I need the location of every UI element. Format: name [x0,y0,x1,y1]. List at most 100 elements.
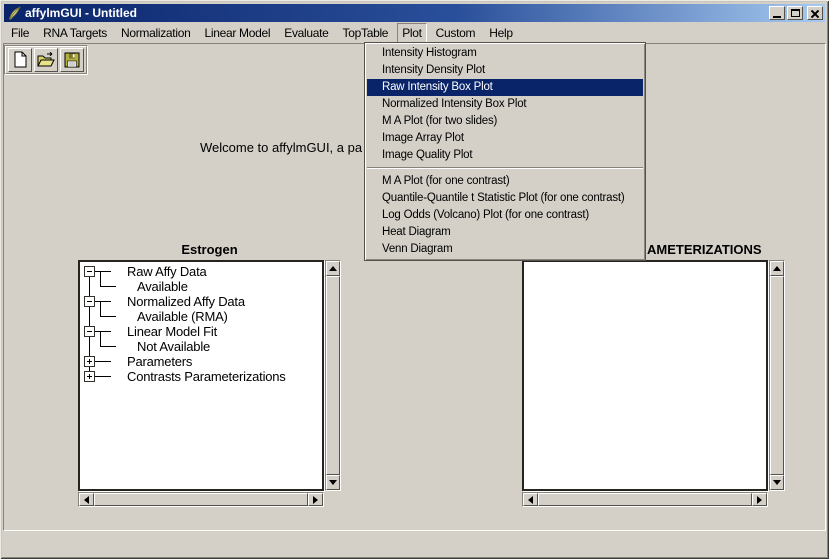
tree-item-label: Normalized Affy Data [127,294,245,309]
menu-item-heat-diagram[interactable]: Heat Diagram [367,224,643,241]
toolbar [4,45,88,75]
menu-item-m-a-plot-for-one-contrast-[interactable]: M A Plot (for one contrast) [367,173,643,190]
tree-item-label: Not Available [137,339,210,354]
welcome-text: Welcome to affylmGUI, a pa [200,140,362,155]
feather-icon[interactable] [7,6,22,21]
maximize-icon [791,9,800,17]
tree-item-label: Contrasts Parameterizations [127,369,286,384]
application-window: affylmGUI - Untitled FileRNA TargetsNorm… [0,0,829,559]
save-file-button[interactable] [60,48,84,72]
scroll-down-button[interactable] [326,475,340,490]
menu-item-venn-diagram[interactable]: Venn Diagram [367,241,643,258]
minimize-button[interactable] [769,6,785,20]
scrollbar-thumb[interactable] [94,493,308,506]
tree-connector-line [95,361,111,362]
menubar-item-linear-model[interactable]: Linear Model [199,23,275,43]
menubar-item-evaluate[interactable]: Evaluate [279,23,333,43]
down-arrow-icon [773,480,781,489]
plot-menu-popup: Intensity HistogramIntensity Density Plo… [364,42,646,261]
expand-plus-icon[interactable] [84,356,95,367]
left-horizontal-scrollbar[interactable] [78,492,324,507]
menubar-item-help[interactable]: Help [484,23,517,43]
menubar-item-toptable[interactable]: TopTable [338,23,394,43]
tree-branch-line [100,331,101,347]
tree-connector-line [95,271,111,272]
menu-item-image-quality-plot[interactable]: Image Quality Plot [367,147,643,164]
scroll-right-button[interactable] [308,493,323,506]
tree-row[interactable]: Not Available [80,339,322,354]
new-file-button[interactable] [8,48,32,72]
menubar-item-file[interactable]: File [6,23,34,43]
scrollbar-thumb[interactable] [326,276,340,475]
right-panel-title: AMETERIZATIONS [647,242,762,257]
save-floppy-icon [62,50,82,70]
tree-connector-line [95,301,111,302]
menu-item-normalized-intensity-box-plot[interactable]: Normalized Intensity Box Plot [367,96,643,113]
menu-item-image-array-plot[interactable]: Image Array Plot [367,130,643,147]
left-arrow-icon [524,496,533,504]
right-vertical-scrollbar[interactable] [769,260,785,491]
menubar: FileRNA TargetsNormalizationLinear Model… [4,23,825,42]
tree-branch-line [100,286,116,287]
left-arrow-icon [80,496,89,504]
menu-item-intensity-density-plot[interactable]: Intensity Density Plot [367,62,643,79]
status-tree-listbox[interactable]: Raw Affy DataAvailableNormalized Affy Da… [78,260,324,491]
scrollbar-thumb[interactable] [538,493,752,506]
left-vertical-scrollbar[interactable] [325,260,341,491]
menubar-item-normalization[interactable]: Normalization [116,23,195,43]
collapse-minus-icon[interactable] [84,326,95,337]
tree-branch-line [100,271,101,287]
close-button[interactable] [807,6,823,20]
tree-item-label: Raw Affy Data [127,264,207,279]
menubar-item-rna-targets[interactable]: RNA Targets [38,23,112,43]
tree-row[interactable]: Linear Model Fit [80,324,322,339]
minimize-icon [773,16,781,18]
menu-item-quantile-quantile-t-statistic-plot-for-one-contrast-[interactable]: Quantile-Quantile t Statistic Plot (for … [367,190,643,207]
scroll-down-button[interactable] [770,475,784,490]
right-horizontal-scrollbar[interactable] [522,492,768,507]
menu-item-raw-intensity-box-plot[interactable]: Raw Intensity Box Plot [367,79,643,96]
menubar-item-custom[interactable]: Custom [431,23,481,43]
scroll-right-button[interactable] [752,493,767,506]
menu-separator [367,167,643,169]
titlebar[interactable]: affylmGUI - Untitled [4,4,825,22]
open-folder-icon [36,50,56,70]
contrasts-listbox[interactable] [522,260,768,491]
tree-row[interactable]: Parameters [80,354,322,369]
collapse-minus-icon[interactable] [84,266,95,277]
scroll-left-button[interactable] [523,493,538,506]
tree-branch-line [100,316,116,317]
status-tree: Raw Affy DataAvailableNormalized Affy Da… [80,262,322,489]
tree-row[interactable]: Available [80,279,322,294]
open-file-button[interactable] [34,48,58,72]
tree-row[interactable]: Contrasts Parameterizations [80,369,322,384]
tree-item-label: Available [137,279,188,294]
menu-item-m-a-plot-for-two-slides-[interactable]: M A Plot (for two slides) [367,113,643,130]
toolbar-group [5,46,87,74]
up-arrow-icon [773,262,781,271]
scrollbar-thumb[interactable] [770,276,784,475]
tree-item-label: Linear Model Fit [127,324,217,339]
tree-item-label: Available (RMA) [137,309,228,324]
new-document-icon [10,50,30,70]
window-title: affylmGUI - Untitled [25,6,767,20]
collapse-minus-icon[interactable] [84,296,95,307]
scroll-left-button[interactable] [79,493,94,506]
menu-item-log-odds-volcano-plot-for-one-contrast-[interactable]: Log Odds (Volcano) Plot (for one contras… [367,207,643,224]
menubar-item-plot[interactable]: Plot [397,23,426,43]
maximize-button[interactable] [787,6,803,20]
tree-connector-line [95,376,111,377]
tree-row[interactable]: Raw Affy Data [80,264,322,279]
right-arrow-icon [313,496,322,504]
left-panel-title: Estrogen [78,242,341,257]
scroll-up-button[interactable] [326,261,340,276]
tree-branch-line [100,346,116,347]
menu-item-intensity-histogram[interactable]: Intensity Histogram [367,45,643,62]
tree-row[interactable]: Normalized Affy Data [80,294,322,309]
close-icon [810,9,820,18]
expand-plus-icon[interactable] [84,371,95,382]
scroll-up-button[interactable] [770,261,784,276]
tree-row[interactable]: Available (RMA) [80,309,322,324]
up-arrow-icon [329,262,337,271]
tree-connector-line [95,331,111,332]
